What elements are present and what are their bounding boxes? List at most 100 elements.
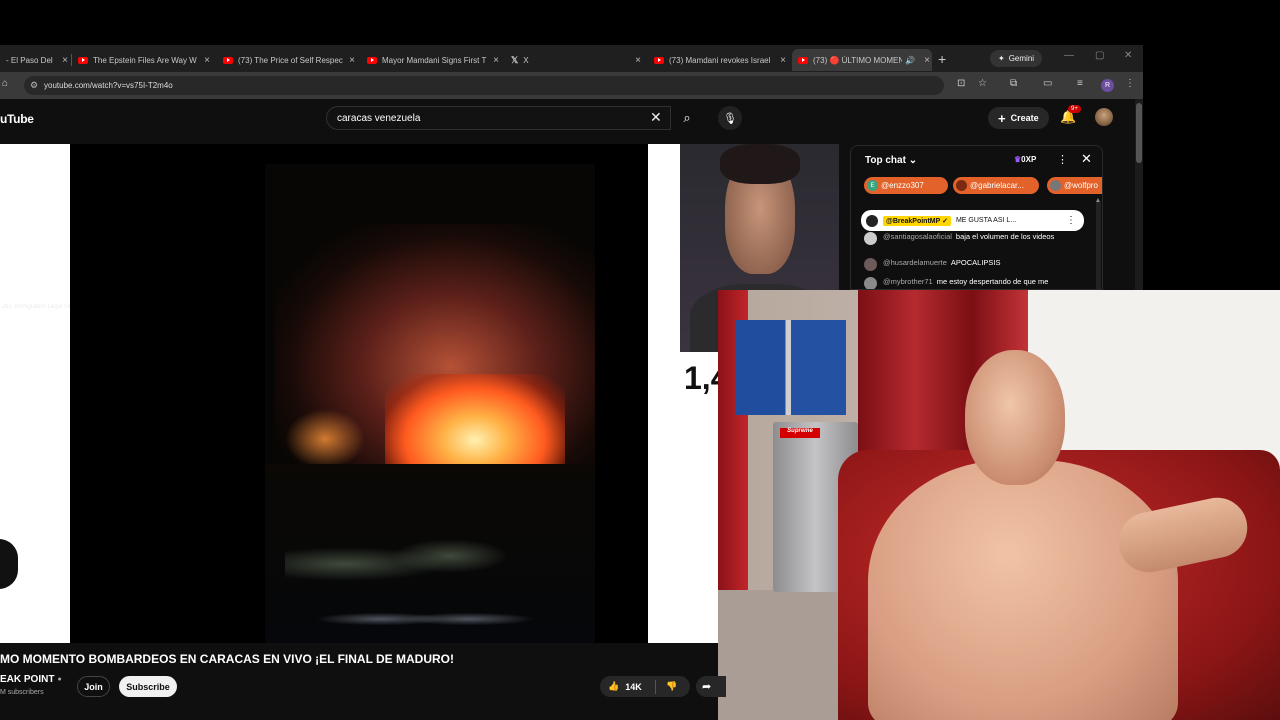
plus-icon: + xyxy=(998,110,1006,126)
tab-6[interactable]: (73) Mamdani revokes Israel × xyxy=(648,49,788,71)
dislike-button[interactable]: 👎 xyxy=(656,681,677,692)
streamer-head xyxy=(965,350,1065,485)
search-icon: ⌕ xyxy=(683,110,691,125)
avatar xyxy=(1050,180,1061,191)
chat-mode-dropdown[interactable]: Top chat ⌄ xyxy=(865,155,917,166)
chat-scrollbar[interactable] xyxy=(1096,198,1101,289)
thumbs-down-icon: 👎 xyxy=(666,681,678,691)
letterbox-top xyxy=(0,0,1280,45)
url-field[interactable]: ⚙ youtube.com/watch?v=vs75I-T2m4o xyxy=(24,76,944,95)
share-button[interactable]: ➦ xyxy=(696,676,726,697)
avatar xyxy=(864,232,877,245)
page-scrollbar[interactable] xyxy=(1135,99,1143,290)
share-arrow-icon: ➦ xyxy=(702,681,712,693)
chat-header: Top chat ⌄ ♛0XP ⋮ ✕ xyxy=(851,146,1102,174)
media-icon[interactable]: ≡ xyxy=(1077,78,1083,89)
streamer-hair xyxy=(720,144,800,184)
search-button[interactable]: ⌕ xyxy=(672,106,702,130)
close-icon[interactable]: × xyxy=(778,55,788,66)
chat-close-icon[interactable]: ✕ xyxy=(1081,151,1092,167)
tab-3[interactable]: (73) The Price of Self Respect × xyxy=(217,49,357,71)
new-tab-button[interactable]: + xyxy=(938,51,946,67)
bookmark-star-icon[interactable]: ☆ xyxy=(978,78,987,89)
like-button[interactable]: 👍 14K xyxy=(600,679,656,694)
close-icon[interactable]: × xyxy=(202,55,212,66)
subscribe-button[interactable]: Subscribe xyxy=(119,676,177,697)
youtube-logo[interactable]: uTube xyxy=(0,112,34,126)
scrollbar-thumb[interactable] xyxy=(1136,103,1142,163)
avatar xyxy=(864,277,877,289)
account-avatar[interactable] xyxy=(1095,108,1113,126)
explosion-footage xyxy=(265,164,595,643)
chevron-down-icon: ⌄ xyxy=(908,155,918,166)
speaker-icon[interactable]: 🔊 xyxy=(905,56,915,65)
streamer-torso xyxy=(868,460,1178,720)
chat-menu-icon[interactable]: ⋮ xyxy=(1057,153,1068,166)
profile-avatar[interactable]: R xyxy=(1101,79,1114,92)
address-bar-row: ⌂ ⚙ youtube.com/watch?v=vs75I-T2m4o ⊡ ☆ … xyxy=(0,72,1143,99)
notification-count-badge: 9+ xyxy=(1068,105,1081,113)
tab-bar: - El Paso Del × The Epstein Files Are Wa… xyxy=(0,45,1143,72)
youtube-icon xyxy=(223,56,233,64)
youtube-icon xyxy=(798,56,808,64)
close-icon[interactable]: × xyxy=(633,55,643,66)
close-icon[interactable]: × xyxy=(347,55,357,66)
avatar xyxy=(864,258,877,271)
tab-5[interactable]: 𝕏 X × xyxy=(505,49,643,71)
youtube-icon xyxy=(367,56,377,64)
sparkle-icon: ✦ xyxy=(998,54,1005,63)
more-options-icon[interactable]: ⋮ xyxy=(1066,215,1076,226)
mic-button[interactable]: 🎙 xyxy=(718,106,742,130)
close-icon[interactable]: × xyxy=(491,55,501,66)
pinned-message[interactable]: @BreakPointMP ✓ ME GUSTA ASI L... ⋮ xyxy=(861,210,1084,231)
thumbs-up-icon: 👍 xyxy=(608,681,620,691)
home-icon[interactable]: ⌂ xyxy=(2,78,8,89)
supreme-sticker: Supreme xyxy=(780,428,820,438)
chat-message: @santiagosalaoficial baja el volumen de l… xyxy=(864,232,1079,245)
window-close-icon[interactable]: ✕ xyxy=(1124,50,1132,61)
parked-cars xyxy=(315,604,535,634)
kebab-menu-icon[interactable]: ⋮ xyxy=(1125,78,1135,89)
join-button[interactable]: Join xyxy=(77,676,110,697)
search-input[interactable]: caracas venezuela xyxy=(326,106,671,130)
split-view-icon[interactable]: ▭ xyxy=(1043,78,1052,89)
close-icon[interactable]: × xyxy=(922,55,932,66)
video-frame[interactable] xyxy=(70,144,648,643)
site-settings-icon[interactable]: ⚙ xyxy=(30,80,38,91)
streamer-person xyxy=(828,345,1253,720)
tab-7-active[interactable]: (73) 🔴 ÚLTIMO MOMEN 🔊 × xyxy=(792,49,932,71)
avatar xyxy=(866,214,878,227)
live-chat-panel: Top chat ⌄ ♛0XP ⋮ ✕ E @enzzo307 @gabriel… xyxy=(850,145,1103,290)
overlay-edge-button[interactable] xyxy=(0,539,18,589)
like-dislike-bar: 👍 14K 👎 xyxy=(600,676,690,697)
chat-ticker-chip[interactable]: E @enzzo307 xyxy=(864,177,948,194)
tab-4[interactable]: Mayor Mamdani Signs First T × xyxy=(361,49,501,71)
avatar xyxy=(956,180,967,191)
chat-message: @mybrother71 me estoy despertando de que … xyxy=(864,277,1079,289)
avatar: E xyxy=(867,180,878,191)
video-title: MO MOMENTO BOMBARDEOS EN CARACAS EN VIVO… xyxy=(0,652,455,666)
minimize-icon[interactable]: — xyxy=(1064,50,1074,61)
palm-trees xyxy=(285,524,585,604)
fire-glow xyxy=(285,409,365,469)
chat-ticker-chip[interactable]: @wolfpro xyxy=(1047,177,1102,194)
extensions-icon[interactable]: ⧉ xyxy=(1010,78,1017,89)
chat-message: @husardelamuerte APOCALIPSIS xyxy=(864,258,1079,271)
chat-ticker-chip[interactable]: @gabrielacar... xyxy=(953,177,1039,194)
youtube-icon xyxy=(78,56,88,64)
youtube-icon xyxy=(654,56,664,64)
install-icon[interactable]: ⊡ xyxy=(957,78,965,89)
tab-2[interactable]: The Epstein Files Are Way W × xyxy=(72,49,212,71)
youtube-header: uTube caracas venezuela ✕ ⌕ 🎙 + Create 🔔… xyxy=(0,99,1143,144)
channel-name[interactable]: EAK POINT ● xyxy=(0,674,62,685)
gemini-button[interactable]: ✦ Gemini xyxy=(990,50,1043,67)
xp-badge[interactable]: ♛0XP xyxy=(1014,155,1036,164)
maximize-icon[interactable]: ▢ xyxy=(1095,50,1104,61)
verified-icon: ● xyxy=(57,676,62,683)
create-button[interactable]: + Create xyxy=(988,107,1049,129)
video-player[interactable]: ZEL Immigration Legal Services xyxy=(0,144,718,643)
close-icon[interactable]: × xyxy=(60,55,70,66)
microphone-icon: 🎙 xyxy=(723,112,737,125)
tab-1[interactable]: - El Paso Del × xyxy=(0,49,70,71)
clear-search-icon[interactable]: ✕ xyxy=(650,109,662,126)
